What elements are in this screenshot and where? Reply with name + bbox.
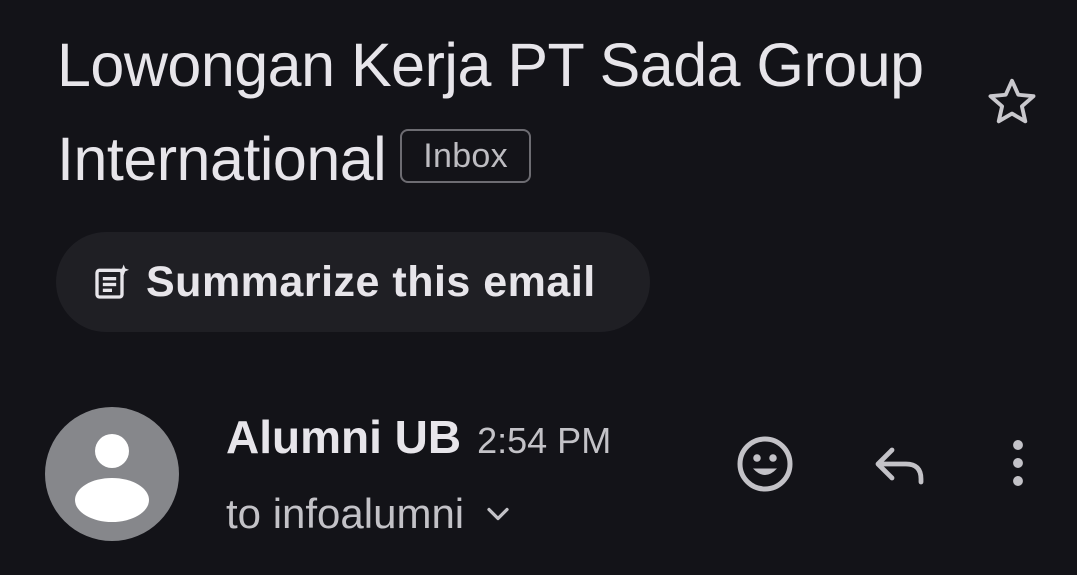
recipient-text: to infoalumni [226, 490, 465, 537]
add-reaction-smiley-icon[interactable] [735, 434, 795, 494]
summarize-email-label: Summarize this email [146, 257, 596, 306]
email-view: Lowongan Kerja PT Sada Group Internation… [0, 0, 1077, 575]
chevron-down-icon [487, 507, 509, 521]
star-icon[interactable] [983, 73, 1041, 131]
sent-time: 2:54 PM [477, 420, 612, 461]
email-subject-block: Lowongan Kerja PT Sada Group Internation… [57, 18, 937, 206]
recipient-details-toggle[interactable]: to infoalumni [226, 490, 516, 538]
summarize-sparkle-icon [95, 264, 129, 299]
sender-line: Alumni UB 2:54 PM [226, 410, 611, 464]
person-avatar-icon [75, 434, 149, 522]
summarize-email-button[interactable]: Summarize this email [56, 232, 650, 332]
sender-avatar[interactable] [45, 407, 179, 541]
more-vertical-icon[interactable] [1000, 436, 1036, 490]
sender-name[interactable]: Alumni UB [226, 410, 461, 464]
reply-arrow-icon[interactable] [872, 440, 928, 488]
inbox-label-chip[interactable]: Inbox [400, 128, 531, 183]
